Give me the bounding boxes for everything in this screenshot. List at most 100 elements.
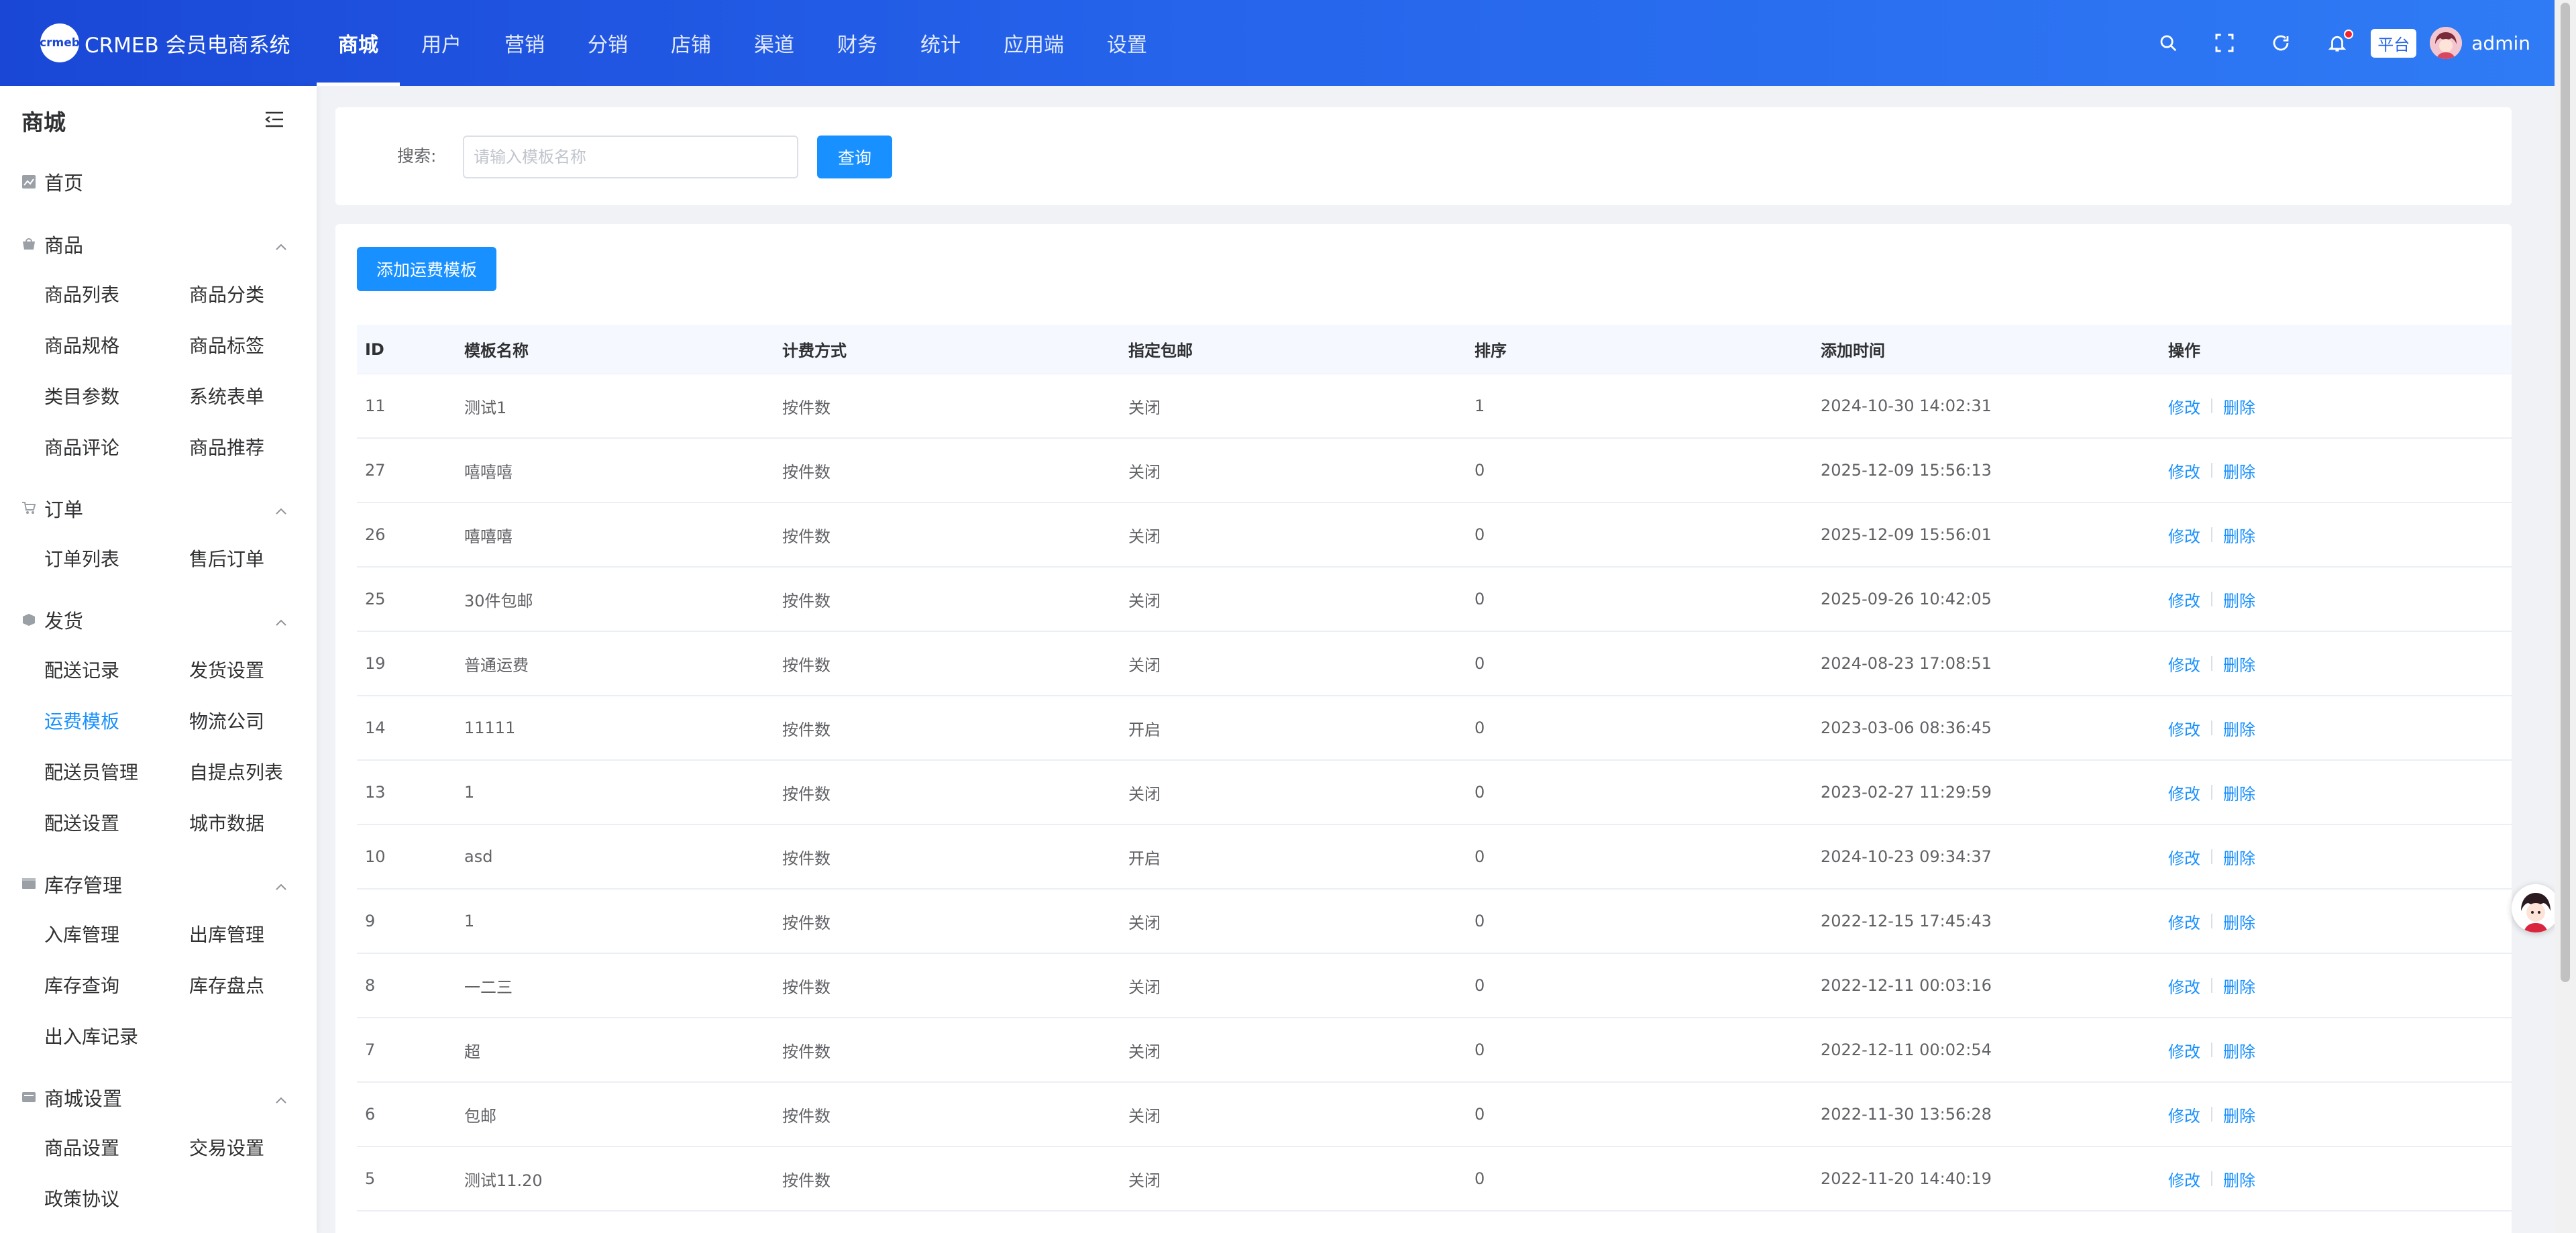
- sidebar-subitem[interactable]: 售后订单: [189, 533, 317, 584]
- platform-badge[interactable]: 平台: [2371, 28, 2417, 58]
- edit-link[interactable]: 修改: [2168, 588, 2200, 611]
- chevron-up-icon[interactable]: [275, 608, 287, 631]
- user-avatar[interactable]: [2430, 27, 2463, 59]
- customer-service-avatar[interactable]: [2512, 884, 2560, 932]
- cell-actions: 修改 删除: [2168, 588, 2436, 611]
- sidebar-subitem[interactable]: 库存盘点: [189, 959, 317, 1010]
- sidebar-subitem[interactable]: 城市数据: [189, 797, 317, 848]
- nav-item[interactable]: 店铺: [649, 0, 733, 86]
- sidebar-group-0[interactable]: 商品: [0, 220, 317, 268]
- sidebar-subitem[interactable]: 库存查询: [44, 959, 189, 1010]
- bell-icon[interactable]: [2309, 15, 2365, 71]
- template-name-search-input[interactable]: [463, 136, 798, 178]
- cell-way: 按件数: [782, 462, 830, 482]
- delete-link[interactable]: 删除: [2223, 652, 2255, 676]
- sidebar-group-2[interactable]: 发货: [0, 596, 317, 644]
- logo[interactable]: crmeb CRMEB 会员电商系统: [0, 0, 317, 86]
- edit-link[interactable]: 修改: [2168, 910, 2200, 933]
- delete-link[interactable]: 删除: [2223, 910, 2255, 933]
- delete-link[interactable]: 删除: [2223, 394, 2255, 418]
- delete-link[interactable]: 删除: [2223, 781, 2255, 804]
- sidebar-item-home[interactable]: 首页: [0, 156, 317, 208]
- sidebar-subitem[interactable]: 入库管理: [44, 908, 189, 959]
- sidebar-group-4[interactable]: 商城设置: [0, 1073, 317, 1122]
- sidebar-subitem[interactable]: 商品规格: [44, 319, 189, 370]
- sidebar-subitem[interactable]: 订单列表: [44, 533, 189, 584]
- action-divider: [2211, 978, 2212, 993]
- edit-link[interactable]: 修改: [2168, 845, 2200, 869]
- search-icon[interactable]: [2140, 15, 2196, 71]
- edit-link[interactable]: 修改: [2168, 974, 2200, 998]
- edit-link[interactable]: 修改: [2168, 716, 2200, 740]
- edit-link[interactable]: 修改: [2168, 781, 2200, 804]
- page-scrollbar[interactable]: [2555, 0, 2576, 1233]
- delete-link[interactable]: 删除: [2223, 716, 2255, 740]
- sidebar-subitem[interactable]: 商品设置: [44, 1122, 189, 1173]
- sidebar-group-title: 订单: [44, 498, 84, 521]
- nav-item[interactable]: 分销: [566, 0, 649, 86]
- nav-item[interactable]: 财务: [816, 0, 899, 86]
- sidebar-subitem[interactable]: 自提点列表: [189, 746, 317, 797]
- edit-link[interactable]: 修改: [2168, 1167, 2200, 1191]
- nav-item[interactable]: 渠道: [733, 0, 816, 86]
- table-panel: 添加运费模板 ID 模板名称 计费方式 指定包邮 排序 添加时间 操作 11 测试1 按件数 关闭…: [335, 224, 2512, 1233]
- edit-link[interactable]: 修改: [2168, 394, 2200, 418]
- sidebar-subitem[interactable]: 政策协议: [44, 1173, 189, 1224]
- sidebar-subitem[interactable]: 运费模板: [44, 695, 189, 746]
- sidebar-subitem[interactable]: 配送记录: [44, 644, 189, 695]
- sidebar-subitem[interactable]: 商品列表: [44, 268, 189, 319]
- nav-item[interactable]: 应用端: [982, 0, 1085, 86]
- nav-item[interactable]: 设置: [1085, 0, 1169, 86]
- chevron-up-icon[interactable]: [275, 233, 287, 256]
- edit-link[interactable]: 修改: [2168, 523, 2200, 547]
- delete-link[interactable]: 删除: [2223, 523, 2255, 547]
- query-button[interactable]: 查询: [817, 136, 892, 178]
- add-shipping-template-button[interactable]: 添加运费模板: [357, 247, 496, 291]
- sidebar-subitem[interactable]: 交易设置: [189, 1122, 317, 1173]
- sidebar-group-1[interactable]: 订单: [0, 484, 317, 533]
- sidebar-subitem[interactable]: 配送员管理: [44, 746, 189, 797]
- sidebar-subitem[interactable]: 物流公司: [189, 695, 317, 746]
- delete-link[interactable]: 删除: [2223, 1103, 2255, 1126]
- stock-icon: [21, 877, 38, 892]
- sidebar-subitem[interactable]: 系统表单: [189, 370, 317, 421]
- username[interactable]: admin: [2471, 32, 2530, 54]
- delete-link[interactable]: 删除: [2223, 459, 2255, 482]
- delete-link[interactable]: 删除: [2223, 1038, 2255, 1062]
- collapse-menu-icon[interactable]: [264, 111, 284, 131]
- edit-link[interactable]: 修改: [2168, 1103, 2200, 1126]
- sidebar-subitem[interactable]: 类目参数: [44, 370, 189, 421]
- edit-link[interactable]: 修改: [2168, 652, 2200, 676]
- sidebar-subitem[interactable]: 出入库记录: [44, 1010, 189, 1061]
- cell-actions: 修改 删除: [2168, 974, 2436, 998]
- nav-item[interactable]: 营销: [483, 0, 566, 86]
- delete-link[interactable]: 删除: [2223, 845, 2255, 869]
- delete-link[interactable]: 删除: [2223, 588, 2255, 611]
- cell-actions: 修改 删除: [2168, 910, 2436, 933]
- delete-link[interactable]: 删除: [2223, 974, 2255, 998]
- sidebar-subitem[interactable]: 商品推荐: [189, 421, 317, 472]
- cell-id: 7: [365, 1040, 376, 1059]
- cell-sort: 0: [1474, 976, 1485, 995]
- chevron-up-icon[interactable]: [275, 1086, 287, 1109]
- sidebar-group-3[interactable]: 库存管理: [0, 860, 317, 908]
- delete-link[interactable]: 删除: [2223, 1167, 2255, 1191]
- nav-item[interactable]: 用户: [400, 0, 483, 86]
- nav-item[interactable]: 商城: [317, 0, 400, 86]
- sidebar-subitem[interactable]: 配送设置: [44, 797, 189, 848]
- edit-link[interactable]: 修改: [2168, 459, 2200, 482]
- chevron-up-icon[interactable]: [275, 873, 287, 896]
- chevron-up-icon[interactable]: [275, 497, 287, 520]
- nav-item[interactable]: 统计: [899, 0, 982, 86]
- scrollbar-thumb[interactable]: [2561, 3, 2570, 982]
- sidebar-subitem[interactable]: 商品分类: [189, 268, 317, 319]
- sidebar-subitem[interactable]: 发货设置: [189, 644, 317, 695]
- refresh-icon[interactable]: [2253, 15, 2309, 71]
- fullscreen-icon[interactable]: [2196, 15, 2253, 71]
- sidebar-group-label-wrap: 商城设置: [21, 1083, 122, 1112]
- sidebar-subitem[interactable]: 出库管理: [189, 908, 317, 959]
- action-divider: [2211, 785, 2212, 800]
- sidebar-subitem[interactable]: 商品评论: [44, 421, 189, 472]
- edit-link[interactable]: 修改: [2168, 1038, 2200, 1062]
- sidebar-subitem[interactable]: 商品标签: [189, 319, 317, 370]
